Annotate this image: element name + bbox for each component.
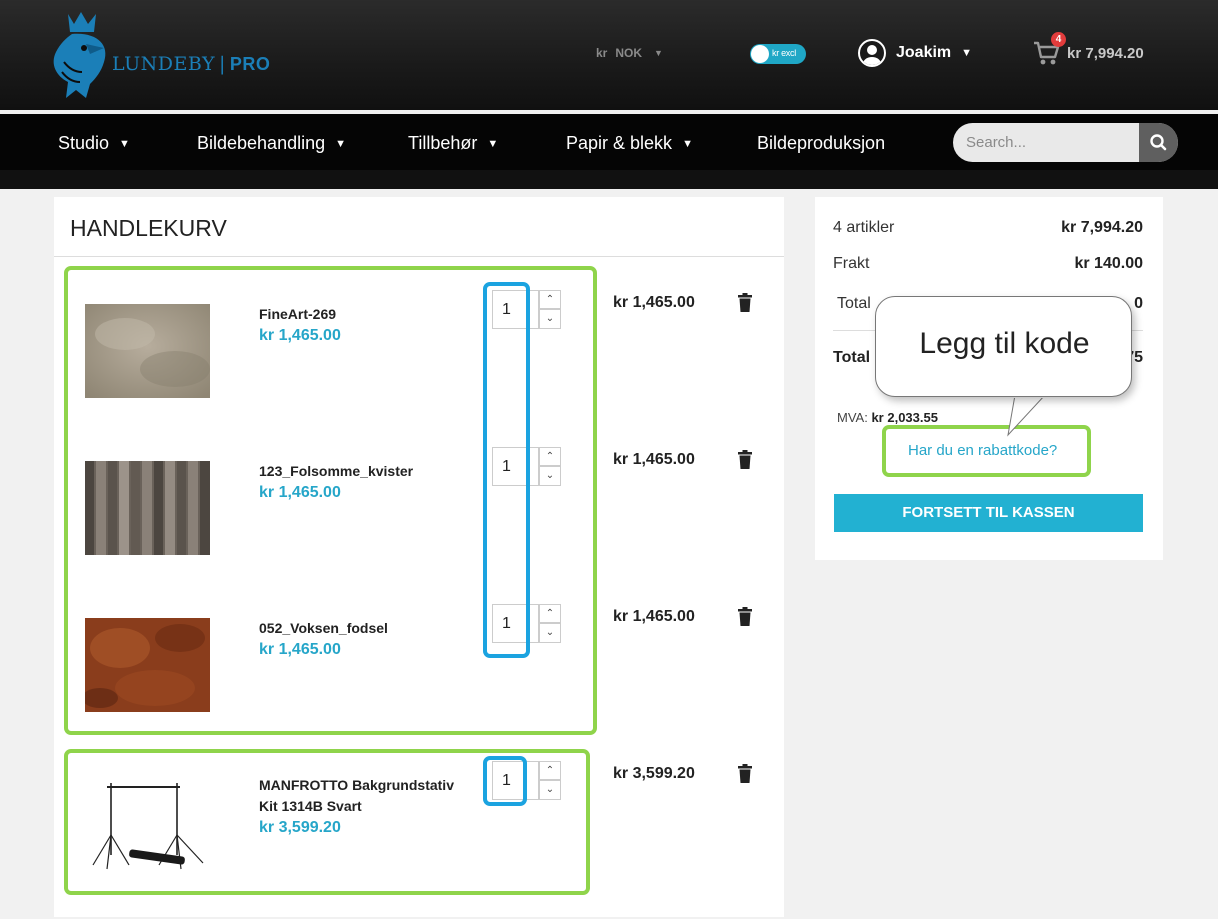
- trash-icon[interactable]: [738, 607, 752, 626]
- vat-value: kr 2,033.55: [871, 410, 938, 425]
- brand-wordmark: LUNDEBY | PRO: [112, 53, 270, 75]
- brand-name: LUNDEBY: [112, 53, 215, 75]
- chevron-down-icon: ▼: [682, 137, 693, 150]
- brand-separator: |: [219, 53, 226, 75]
- trash-icon[interactable]: [738, 293, 752, 312]
- rooster-crown-icon: [53, 12, 106, 98]
- user-avatar-icon: [858, 39, 886, 67]
- vat-toggle-label: kr excl: [772, 48, 796, 58]
- search-icon: [1150, 134, 1167, 151]
- currency-code: NOK: [615, 46, 643, 60]
- nav-item-tillbehor[interactable]: Tillbehør ▼: [408, 133, 498, 154]
- page-title: HANDLEKURV: [70, 215, 227, 241]
- summary-label: Frakt: [833, 255, 870, 272]
- divider: [54, 256, 784, 257]
- vat-label: MVA:: [837, 410, 868, 425]
- trash-icon[interactable]: [738, 450, 752, 469]
- currency-selector[interactable]: kr NOK ▼: [596, 46, 663, 60]
- nav-item-bildebehandling[interactable]: Bildebehandling ▼: [197, 133, 346, 154]
- vat-toggle[interactable]: kr excl: [750, 44, 806, 64]
- callout-text: Legg til kode: [919, 327, 1090, 360]
- line-total: kr 1,465.00: [613, 451, 695, 468]
- site-header: LUNDEBY | PRO kr NOK ▼ kr excl Joakim ▼ 4 …: [0, 0, 1218, 110]
- nav-item-bildeproduksjon[interactable]: Bildeproduksjon: [757, 133, 885, 154]
- nav-item-studio[interactable]: Studio ▼: [58, 133, 130, 154]
- line-total: kr 1,465.00: [613, 608, 695, 625]
- chevron-down-icon: ▼: [335, 137, 346, 150]
- summary-value: kr 140.00: [1074, 255, 1143, 272]
- chevron-down-icon: ▼: [487, 137, 499, 150]
- search-button[interactable]: [1139, 123, 1178, 162]
- brand-suffix: PRO: [229, 54, 271, 74]
- summary-value: kr 7,994.20: [1061, 219, 1143, 236]
- nav-divider: [0, 170, 1218, 189]
- chevron-down-icon: ▼: [119, 137, 130, 150]
- checkout-button[interactable]: FORTSETT TIL KASSEN: [834, 494, 1143, 532]
- chevron-down-icon: ▼: [654, 48, 663, 58]
- brand-logo[interactable]: LUNDEBY | PRO: [46, 10, 270, 102]
- callout-pointer: [1007, 395, 1046, 437]
- summary-value: 0: [1134, 295, 1143, 312]
- highlight-quantity-stand: [483, 756, 527, 806]
- line-total: kr 1,465.00: [613, 294, 695, 311]
- summary-row-shipping: Frakt kr 140.00: [833, 255, 1143, 273]
- nav-item-label: Tillbehør: [408, 133, 478, 153]
- highlight-quantity-column: [483, 282, 530, 658]
- mini-cart[interactable]: 4 kr 7,994.20: [1033, 32, 1144, 66]
- line-total: kr 3,599.20: [613, 765, 695, 782]
- summary-label: Total: [833, 349, 871, 366]
- cart-count-badge: 4: [1051, 32, 1066, 47]
- search-input[interactable]: [953, 123, 1139, 162]
- user-name: Joakim: [896, 44, 952, 61]
- nav-item-label: Studio: [58, 133, 110, 153]
- summary-label: 4 artikler: [833, 219, 895, 236]
- vat-amount: MVA: kr 2,033.55: [837, 410, 938, 425]
- trash-icon[interactable]: [738, 764, 752, 783]
- nav-item-label: Bildebehandling: [197, 133, 326, 153]
- currency-symbol: kr: [596, 46, 608, 60]
- summary-row-articles: 4 artikler kr 7,994.20: [833, 219, 1143, 237]
- nav-item-label: Papir & blekk: [566, 133, 673, 153]
- nav-item-label: Bildeproduksjon: [757, 133, 886, 153]
- callout-bubble: Legg til kode: [875, 296, 1132, 397]
- nav-item-papir-blekk[interactable]: Papir & blekk ▼: [566, 133, 693, 154]
- cart-total: kr 7,994.20: [1067, 44, 1144, 62]
- summary-label: Total: [837, 295, 871, 312]
- search-box: [953, 123, 1178, 162]
- user-menu[interactable]: Joakim ▼: [858, 39, 972, 67]
- chevron-down-icon: ▼: [961, 47, 973, 59]
- toggle-knob: [751, 45, 769, 63]
- main-nav: Studio ▼ Bildebehandling ▼ Tillbehør ▼ P…: [0, 114, 1218, 170]
